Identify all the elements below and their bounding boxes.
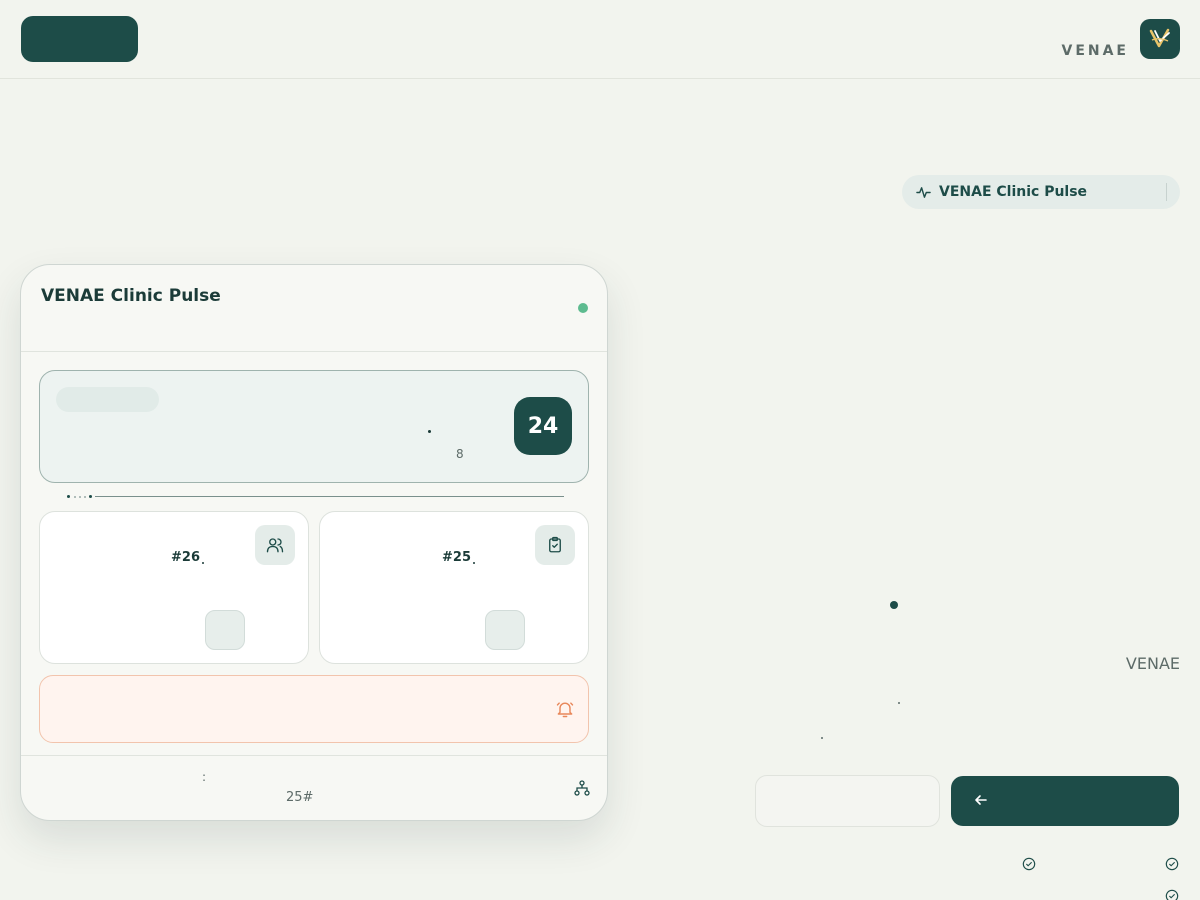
secondary-button[interactable]	[755, 775, 940, 827]
hero-dot	[428, 430, 431, 433]
check-circle-icon	[1022, 856, 1036, 871]
activity-pulse-icon	[916, 185, 931, 200]
progress-step	[67, 495, 70, 498]
progress-track	[95, 496, 564, 497]
card-title: VENAE Clinic Pulse	[41, 286, 221, 306]
brand-name: VENAE	[1061, 43, 1129, 59]
hierarchy-icon[interactable]	[574, 780, 590, 796]
clinic-pulse-card: VENAE Clinic Pulse 8 24 #26 #25: 25#	[20, 264, 608, 821]
top-primary-button[interactable]	[21, 16, 138, 62]
tile-action-button[interactable]	[485, 610, 525, 650]
side-brand-text: VENAE	[1125, 654, 1180, 673]
clinic-pulse-pill[interactable]: VENAE Clinic Pulse	[902, 175, 1180, 209]
small-dot	[821, 737, 823, 739]
tile-dot	[202, 562, 204, 564]
status-indicator	[578, 303, 588, 313]
progress-step	[79, 496, 81, 498]
progress-step	[84, 496, 86, 498]
hero-chip	[56, 387, 159, 412]
footer-code: 25#	[286, 790, 314, 805]
hero-count-badge: 24	[514, 397, 572, 455]
pill-divider	[1166, 183, 1167, 201]
indicator-dot	[890, 601, 898, 609]
progress-step-current	[89, 495, 92, 498]
tile-dot	[473, 562, 475, 564]
users-icon	[255, 525, 295, 565]
hero-summary[interactable]: 8 24	[39, 370, 589, 483]
back-primary-button[interactable]	[951, 776, 1179, 826]
tile-label: #25	[442, 550, 471, 565]
venae-logo-icon[interactable]	[1140, 19, 1180, 59]
bell-icon[interactable]	[555, 699, 575, 719]
small-dot	[898, 702, 900, 704]
card-header: VENAE Clinic Pulse	[21, 265, 607, 352]
alert-banner[interactable]	[39, 675, 589, 743]
card-footer: : 25#	[21, 755, 607, 820]
pill-label: VENAE Clinic Pulse	[939, 184, 1088, 200]
footer-separator: :	[202, 770, 207, 784]
progress-step	[74, 496, 76, 498]
progress-stepper	[67, 494, 564, 500]
stat-tile-checked[interactable]: #25	[319, 511, 589, 664]
check-circle-icon	[1165, 856, 1179, 871]
arrow-left-icon	[973, 792, 989, 811]
clipboard-check-icon	[535, 525, 575, 565]
stat-tile-patients[interactable]: #26	[39, 511, 309, 664]
hero-sub-value: 8	[456, 447, 464, 461]
tile-label: #26	[171, 550, 200, 565]
top-bar: VENAE	[0, 0, 1200, 79]
check-circle-icon	[1165, 888, 1179, 900]
tile-action-button[interactable]	[205, 610, 245, 650]
